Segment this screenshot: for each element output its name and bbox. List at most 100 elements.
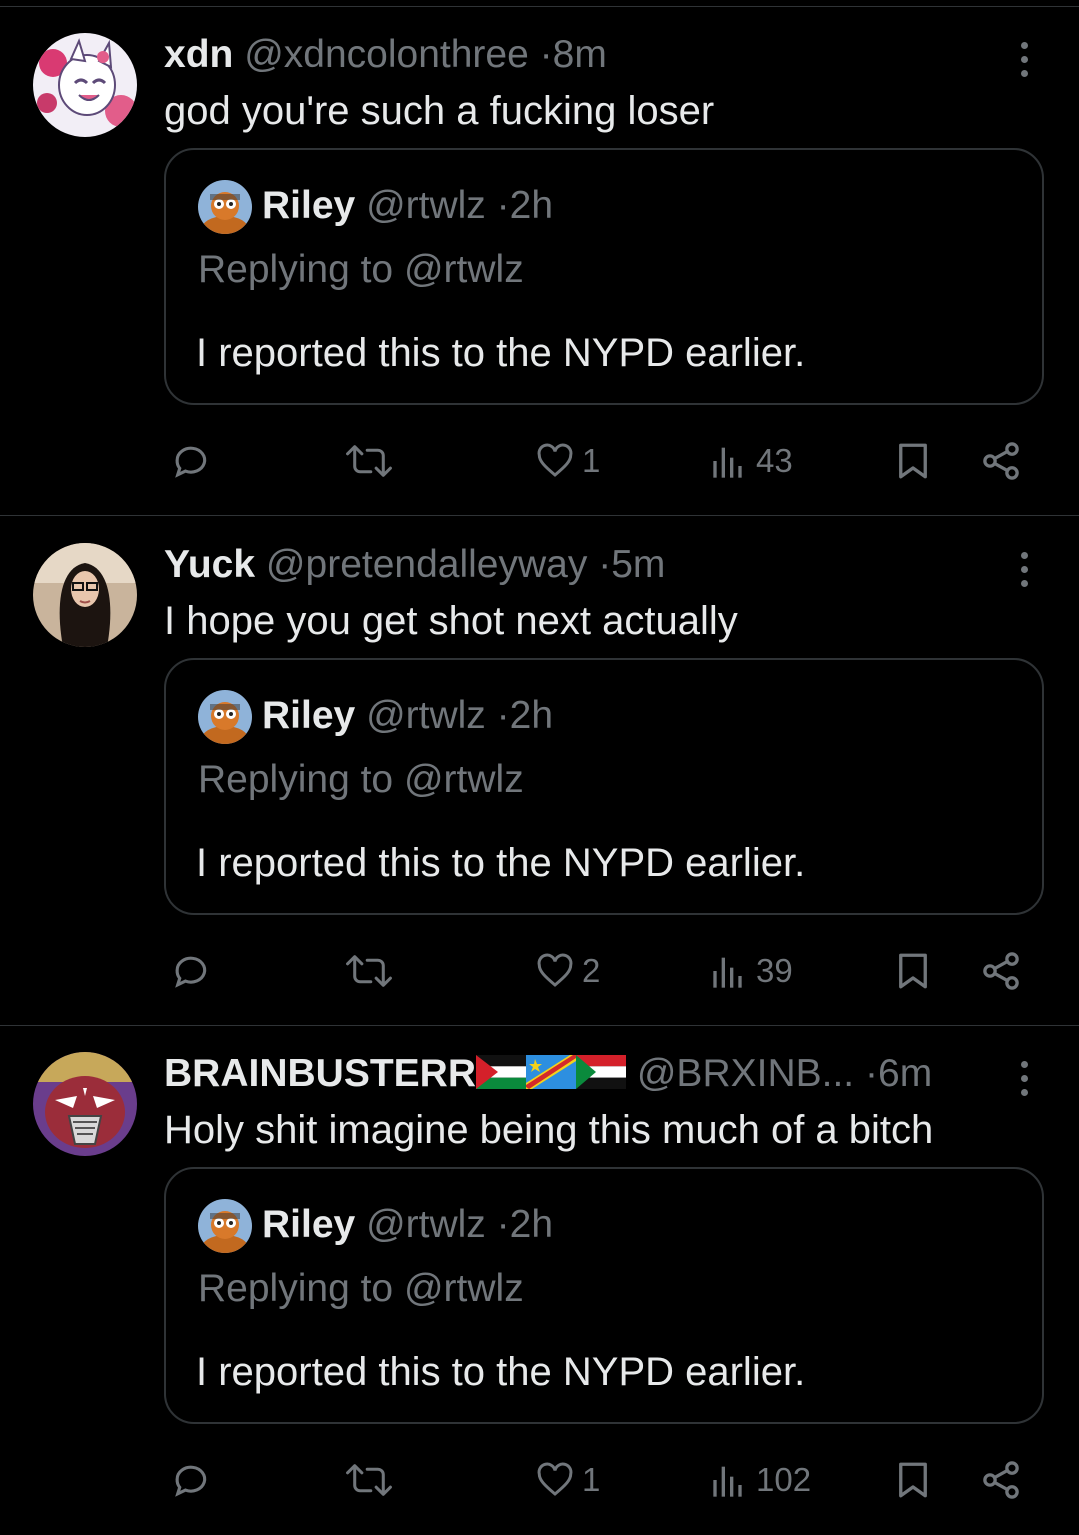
views-count: 43 [756,442,793,479]
post-header: Yuck @pretendalleyway ·5m [164,540,994,590]
quote-header: Riley @rtwlz ·2h [262,690,553,742]
retweet-button[interactable] [344,431,394,491]
reply-button[interactable] [168,1450,212,1510]
quote-text: I reported this to the NYPD earlier. [196,1350,806,1394]
views-button[interactable]: 43 [710,431,793,491]
quoted-post[interactable]: Riley @rtwlz ·2h Replying to @rtwlz I re… [164,658,1044,915]
reply-button[interactable] [168,431,212,491]
post-header: BRAINBUSTERR @BRXINB... ·6m [164,1049,994,1099]
share-button[interactable] [978,1450,1024,1510]
share-button[interactable] [978,431,1024,491]
post-text: god you're such a fucking loser [164,89,715,133]
replying-to: Replying to @rtwlz [198,248,524,291]
share-icon [983,1461,1019,1499]
dr-congo-flag [526,1054,576,1089]
like-icon [537,443,573,477]
quote-header: Riley @rtwlz ·2h [262,1199,553,1251]
bookmark-button[interactable] [892,941,934,1001]
separator-dot: · [496,184,510,227]
like-button[interactable]: 1 [534,431,600,491]
separator-dot: · [598,543,612,586]
more-icon[interactable] [1008,1059,1042,1099]
palestine-flag [476,1054,526,1089]
sudan-flag [576,1054,626,1089]
replying-to: Replying to @rtwlz [198,1267,524,1310]
action-bar: 1 102 [164,1450,1044,1510]
quote-timestamp: 2h [509,1203,554,1246]
more-icon[interactable] [1008,40,1042,80]
reply-button[interactable] [168,941,212,1001]
separator-dot: · [865,1052,878,1095]
avatar[interactable] [33,33,137,137]
like-button[interactable]: 2 [534,941,600,1001]
quote-avatar [198,690,252,744]
quote-avatar [198,180,252,234]
retweet-icon [346,445,392,477]
quoted-post[interactable]: Riley @rtwlz ·2h Replying to @rtwlz I re… [164,1167,1044,1424]
retweet-icon [346,955,392,987]
share-icon [983,952,1019,990]
quote-text: I reported this to the NYPD earlier. [196,841,806,885]
quote-timestamp: 2h [509,184,554,227]
views-button[interactable]: 39 [710,941,793,1001]
views-count: 39 [756,952,793,989]
bookmark-icon [899,443,927,479]
display-name[interactable]: BRAINBUSTERR [164,1052,476,1095]
like-icon [537,953,573,987]
user-handle[interactable]: @BRXINB... [637,1052,854,1095]
like-button[interactable]: 1 [534,1450,600,1510]
retweet-button[interactable] [344,941,394,1001]
post-text: Holy shit imagine being this much of a b… [164,1108,934,1152]
views-count: 102 [756,1461,812,1498]
bookmark-icon [899,1462,927,1498]
post[interactable]: BRAINBUSTERR @BRXINB... ·6m Holy shit im… [0,1025,1079,1535]
action-bar: 2 39 [164,941,1044,1001]
bookmark-icon [899,953,927,989]
separator-dot: · [496,694,510,737]
quote-display-name: Riley [262,694,356,737]
timestamp[interactable]: 5m [611,543,665,586]
quote-handle: @rtwlz [366,694,486,737]
avatar[interactable] [33,543,137,647]
quote-display-name: Riley [262,1203,356,1246]
reply-icon [175,446,207,478]
more-icon[interactable] [1008,550,1042,590]
bookmark-button[interactable] [892,431,934,491]
avatar[interactable] [33,1052,137,1156]
post-text: I hope you get shot next actually [164,599,738,643]
like-count: 1 [582,442,601,479]
views-icon [713,447,742,478]
views-icon [713,957,742,988]
post-header: xdn @xdncolonthree ·8m [164,30,994,80]
quote-timestamp: 2h [509,694,554,737]
views-button[interactable]: 102 [710,1450,811,1510]
like-count: 1 [582,1461,601,1498]
display-name[interactable]: Yuck [164,543,255,586]
quote-display-name: Riley [262,184,356,227]
like-count: 2 [582,952,601,989]
post[interactable]: Yuck @pretendalleyway ·5m I hope you get… [0,516,1079,1026]
timestamp[interactable]: 8m [553,33,607,76]
quote-handle: @rtwlz [366,1203,486,1246]
quoted-post[interactable]: Riley @rtwlz ·2h Replying to @rtwlz I re… [164,148,1044,405]
retweet-button[interactable] [344,1450,394,1510]
reply-icon [175,1465,207,1497]
user-handle[interactable]: @xdncolonthree [244,33,529,76]
replying-to: Replying to @rtwlz [198,758,524,801]
flag-list [476,1052,626,1095]
reply-icon [175,956,207,988]
quote-avatar [198,1199,252,1253]
share-icon [983,442,1019,480]
post[interactable]: xdn @xdncolonthree ·8m god you're such a… [0,6,1079,516]
quote-header: Riley @rtwlz ·2h [262,180,553,232]
retweet-icon [346,1464,392,1496]
bookmark-button[interactable] [892,1450,934,1510]
separator-dot: · [496,1203,510,1246]
display-name[interactable]: xdn [164,33,233,76]
separator-dot: · [539,33,553,76]
timestamp[interactable]: 6m [878,1052,932,1095]
share-button[interactable] [978,941,1024,1001]
quote-handle: @rtwlz [366,184,486,227]
user-handle[interactable]: @pretendalleyway [266,543,587,586]
views-icon [713,1466,742,1497]
